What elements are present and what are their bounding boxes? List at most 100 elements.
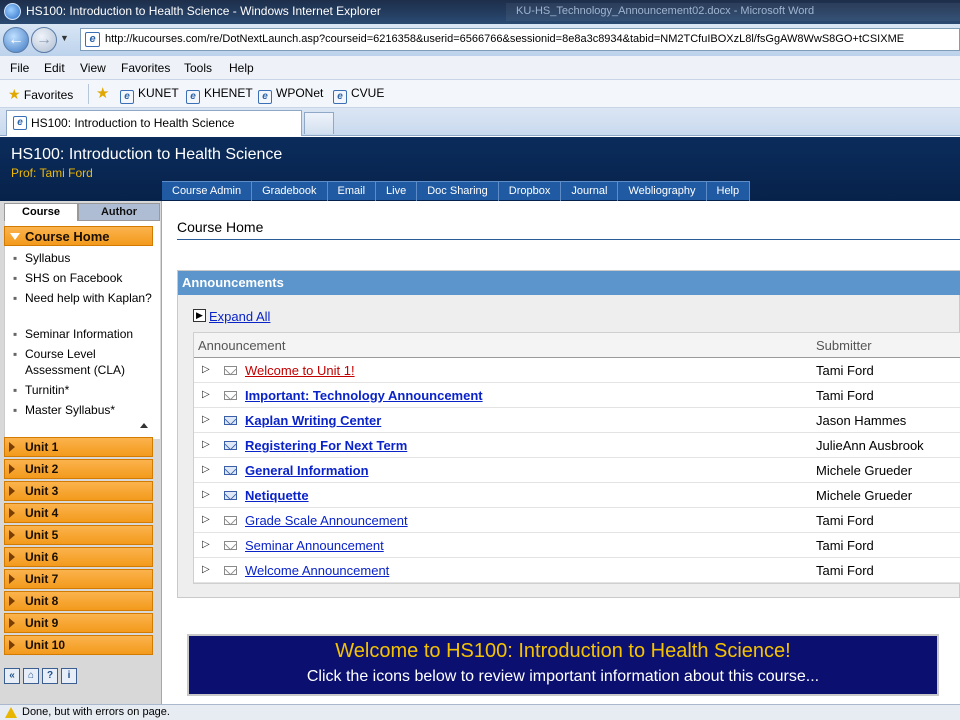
chevron-right-icon <box>9 618 15 628</box>
table-row[interactable]: ▷ Registering For Next Term JulieAnn Ausbr… <box>194 433 960 458</box>
nav-dropbox[interactable]: Dropbox <box>499 182 562 201</box>
nav-webliography[interactable]: Webliography <box>618 182 707 201</box>
expand-row-icon[interactable]: ▷ <box>202 440 213 451</box>
status-bar: Done, but with errors on page. <box>0 704 960 720</box>
announcement-link[interactable]: Seminar Announcement <box>245 538 384 553</box>
sidebar-tabs: Course Author <box>4 203 160 221</box>
table-row[interactable]: ▷ Netiquette Michele Grueder <box>194 483 960 508</box>
announcement-link[interactable]: Registering For Next Term <box>245 438 407 453</box>
menu-help[interactable]: Help <box>229 61 254 75</box>
page-title: Course Home <box>177 219 264 235</box>
url-input[interactable]: e http://kucourses.com/re/DotNextLaunch.… <box>80 28 960 51</box>
tab-author[interactable]: Author <box>78 203 160 221</box>
expand-row-icon[interactable]: ▷ <box>202 415 213 426</box>
expand-row-icon[interactable]: ▷ <box>202 515 213 526</box>
window-title: HS100: Introduction to Health Science - … <box>26 4 381 18</box>
add-favorite-icon[interactable]: ★ <box>96 84 109 102</box>
envelope-icon <box>224 491 237 500</box>
sidebar-item-turnitin[interactable]: ▪ Turnitin* <box>13 382 161 398</box>
sidebar-item-unit-6[interactable]: Unit 6 <box>4 547 153 567</box>
table-row[interactable]: ▷ Welcome Announcement Tami Ford <box>194 558 960 583</box>
sidebar-item-unit-4[interactable]: Unit 4 <box>4 503 153 523</box>
expand-row-icon[interactable]: ▷ <box>202 565 213 576</box>
column-header-announcement[interactable]: Announcement <box>198 338 285 353</box>
warning-icon[interactable] <box>5 707 17 718</box>
sidebar-item-unit-8[interactable]: Unit 8 <box>4 591 153 611</box>
favorites-button[interactable]: ★ Favorites <box>8 86 73 103</box>
nav-live[interactable]: Live <box>376 182 418 201</box>
announcement-link[interactable]: Kaplan Writing Center <box>245 413 381 428</box>
announcement-link[interactable]: Grade Scale Announcement <box>245 513 408 528</box>
chevron-down-icon[interactable]: ▼ <box>60 33 69 43</box>
tab-course[interactable]: Course <box>4 203 78 221</box>
sidebar-item-syllabus[interactable]: ▪ Syllabus <box>13 250 161 266</box>
announcement-link[interactable]: Welcome to Unit 1! <box>245 363 355 378</box>
announcement-link[interactable]: Important: Technology Announcement <box>245 388 483 403</box>
expand-all-icon[interactable]: ▶ <box>193 309 206 322</box>
menu-tools[interactable]: Tools <box>184 61 212 75</box>
table-row[interactable]: ▷ General Information Michele Grueder <box>194 458 960 483</box>
table-row[interactable]: ▷ Seminar Announcement Tami Ford <box>194 533 960 558</box>
fav-link-khenet[interactable]: e KHENET <box>186 86 253 104</box>
menu-file[interactable]: File <box>10 61 29 75</box>
fav-link-cvue[interactable]: e CVUE <box>333 86 384 104</box>
back-button[interactable]: ← <box>3 27 29 53</box>
chevron-right-icon <box>9 574 15 584</box>
bullet-icon: ▪ <box>13 271 18 285</box>
table-row[interactable]: ▷ Important: Technology Announcement Tami … <box>194 383 960 408</box>
sidebar-item-cla[interactable]: ▪ Course Level Assessment (CLA) <box>13 346 161 378</box>
browser-tab-active[interactable]: e HS100: Introduction to Health Science <box>6 110 302 136</box>
sidebar-item-master-syllabus[interactable]: ▪ Master Syllabus* <box>13 402 161 418</box>
sidebar-tools: « ⌂ ? i <box>4 668 77 686</box>
expand-row-icon[interactable]: ▷ <box>202 490 213 501</box>
table-row[interactable]: ▷ Kaplan Writing Center Jason Hammes <box>194 408 960 433</box>
background-window-title[interactable]: KU-HS_Technology_Announcement02.docx - M… <box>506 3 960 21</box>
sidebar-item-unit-1[interactable]: Unit 1 <box>4 437 153 457</box>
sidebar-item-unit-10[interactable]: Unit 10 <box>4 635 153 655</box>
column-header-submitter[interactable]: Submitter <box>816 338 872 353</box>
sidebar-item-course-home[interactable]: Course Home <box>4 226 153 246</box>
info-icon[interactable]: i <box>61 668 77 684</box>
chevron-right-icon <box>9 442 15 452</box>
sidebar-item-seminar[interactable]: ▪ Seminar Information <box>13 326 161 342</box>
submitter-name: Tami Ford <box>816 513 874 528</box>
nav-course-admin[interactable]: Course Admin <box>162 182 253 201</box>
announcement-link[interactable]: Netiquette <box>245 488 309 503</box>
fav-link-wponet[interactable]: e WPONet <box>258 86 323 104</box>
sidebar-item-unit-7[interactable]: Unit 7 <box>4 569 153 589</box>
nav-gradebook[interactable]: Gradebook <box>252 182 328 201</box>
menu-favorites[interactable]: Favorites <box>121 61 170 75</box>
menu-view[interactable]: View <box>80 61 106 75</box>
nav-journal[interactable]: Journal <box>561 182 619 201</box>
collapse-sidebar-icon[interactable]: « <box>4 668 20 684</box>
menu-edit[interactable]: Edit <box>44 61 65 75</box>
sidebar-item-unit-2[interactable]: Unit 2 <box>4 459 153 479</box>
nav-doc-sharing[interactable]: Doc Sharing <box>417 182 499 201</box>
new-tab-button[interactable] <box>304 112 334 134</box>
sidebar-item-unit-9[interactable]: Unit 9 <box>4 613 153 633</box>
bullet-icon: ▪ <box>13 291 18 305</box>
home-icon[interactable]: ⌂ <box>23 668 39 684</box>
expand-row-icon[interactable]: ▷ <box>202 465 213 476</box>
collapse-up-icon[interactable] <box>140 423 148 428</box>
announcements-table: Announcement Submitter ▷ Welcome to Unit … <box>193 332 960 584</box>
help-icon[interactable]: ? <box>42 668 58 684</box>
sidebar-item-kaplan-help[interactable]: ▪ Need help with Kaplan? <box>13 290 161 306</box>
expand-all-link[interactable]: Expand All <box>209 309 270 324</box>
announcement-link[interactable]: Welcome Announcement <box>245 563 389 578</box>
expand-row-icon[interactable]: ▷ <box>202 390 213 401</box>
table-row[interactable]: ▷ Welcome to Unit 1! Tami Ford <box>194 358 960 383</box>
chevron-right-icon <box>9 508 15 518</box>
forward-button[interactable]: → <box>31 27 57 53</box>
sidebar-item-facebook[interactable]: ▪ SHS on Facebook <box>13 270 161 286</box>
expand-row-icon[interactable]: ▷ <box>202 365 213 376</box>
announcement-link[interactable]: General Information <box>245 463 369 478</box>
fav-link-kunet[interactable]: e KUNET <box>120 86 179 104</box>
nav-help[interactable]: Help <box>707 182 751 201</box>
envelope-icon <box>224 391 237 400</box>
nav-email[interactable]: Email <box>328 182 377 201</box>
sidebar-item-unit-3[interactable]: Unit 3 <box>4 481 153 501</box>
table-row[interactable]: ▷ Grade Scale Announcement Tami Ford <box>194 508 960 533</box>
sidebar-item-unit-5[interactable]: Unit 5 <box>4 525 153 545</box>
expand-row-icon[interactable]: ▷ <box>202 540 213 551</box>
